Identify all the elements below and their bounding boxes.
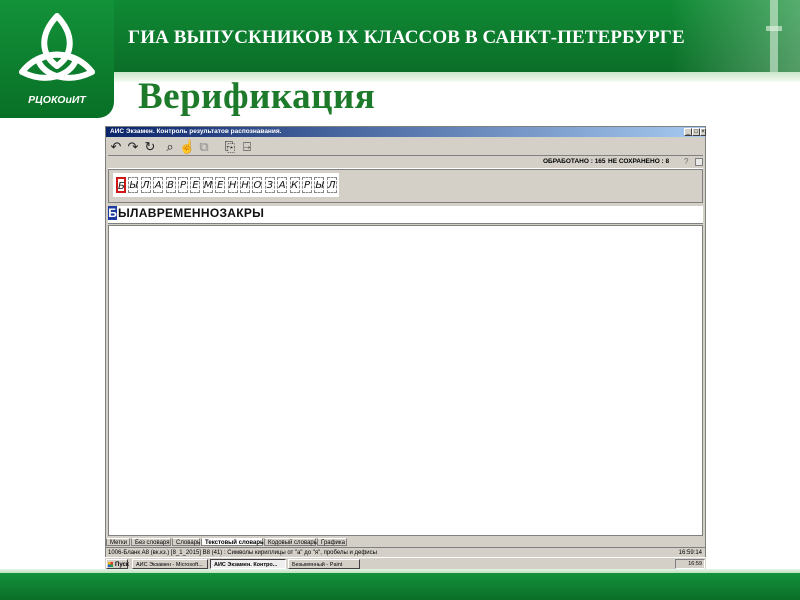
toolbar: ↶ ↷ ↻ ⌕ ☝ ⧉ ⎘ ⍈ — [108, 139, 703, 155]
scan-cell[interactable]: Б — [116, 177, 126, 193]
app-window-title: АИС Экзамен. Контроль результатов распоз… — [110, 128, 282, 135]
scan-cell[interactable]: А — [277, 177, 288, 193]
logo-text: РЦОКОиИТ — [28, 94, 86, 106]
exit-icon[interactable]: ⍈ — [239, 139, 255, 155]
page-title: Верификация — [138, 76, 376, 117]
scan-cell[interactable]: Ы — [128, 177, 139, 193]
app-window: АИС Экзамен. Контроль результатов распоз… — [105, 126, 706, 558]
footer-band — [0, 573, 800, 600]
taskbar: Пуск АИС Экзамен - Microsoft... АИС Экза… — [105, 557, 706, 569]
tray-clock: 16:59 — [675, 559, 705, 569]
refresh-icon[interactable]: ↻ — [142, 139, 158, 155]
maximize-icon[interactable]: □ — [692, 128, 700, 136]
scan-cell[interactable]: Н — [240, 177, 250, 193]
active-character[interactable]: Б — [108, 206, 117, 220]
recognized-text[interactable]: ЫЛАВРЕМЕННОЗАКРЫ — [118, 206, 264, 220]
scan-panel: БЫЛАВРЕМЕННОЗАКРЫЛ — [108, 169, 703, 203]
settings-icon[interactable] — [695, 158, 703, 166]
scan-cell[interactable]: М — [202, 177, 213, 193]
tab-5[interactable]: Графика — [317, 538, 347, 546]
tab-0[interactable]: Метки — [106, 538, 130, 546]
scan-cell[interactable]: В — [165, 177, 176, 193]
header-band: ГИА ВЫПУСКНИКОВ IX КЛАССОВ В САНКТ-ПЕТЕР… — [0, 0, 800, 72]
hand-icon[interactable]: ☝ — [179, 139, 195, 155]
task-word[interactable]: АИС Экзамен - Microsoft... — [132, 559, 208, 569]
recognized-text-row[interactable]: Б ЫЛАВРЕМЕННОЗАКРЫ — [108, 206, 703, 224]
scan-cell[interactable]: Л — [326, 177, 337, 193]
scan-cell[interactable]: Л — [140, 177, 151, 193]
column-silhouette-cap — [766, 26, 782, 31]
counter-row: ОБРАБОТАНО : 165 НЕ СОХРАНЕНО : 8 ? — [108, 155, 703, 169]
processed-counter: ОБРАБОТАНО : 165 — [543, 158, 606, 165]
tab-3[interactable]: Текстовый словарь — [201, 538, 264, 546]
header-underline — [0, 72, 800, 82]
export-icon[interactable]: ⎘ — [222, 139, 238, 155]
work-area — [108, 225, 703, 536]
tab-4[interactable]: Кодовый словарь — [264, 538, 317, 546]
app-titlebar: АИС Экзамен. Контроль результатов распоз… — [106, 127, 705, 137]
scan-cell[interactable]: Н — [227, 177, 238, 193]
scan-cell[interactable]: Е — [215, 177, 226, 193]
logo: РЦОКОиИТ — [0, 0, 114, 118]
scan-cell[interactable]: З — [264, 177, 275, 193]
header-decoration — [670, 0, 800, 72]
task-paint[interactable]: Безымянный - Paint — [288, 559, 360, 569]
redo-icon[interactable]: ↷ — [125, 139, 141, 155]
scan-cell[interactable]: Ы — [314, 177, 325, 193]
scan-cell[interactable]: Е — [190, 177, 201, 193]
tab-2[interactable]: Словарь — [172, 538, 200, 546]
minimize-icon[interactable]: _ — [684, 128, 692, 136]
scan-cell[interactable]: К — [289, 177, 300, 193]
undo-icon[interactable]: ↶ — [108, 139, 124, 155]
column-silhouette — [770, 0, 778, 72]
scan-cell[interactable]: О — [252, 177, 263, 193]
scan-cell[interactable]: Р — [302, 177, 312, 193]
unsaved-counter: НЕ СОХРАНЕНО : 8 — [608, 158, 670, 165]
task-ais-exam[interactable]: АИС Экзамен. Контро... — [210, 559, 286, 569]
start-button[interactable]: Пуск — [106, 559, 129, 569]
scanned-image-strip: БЫЛАВРЕМЕННОЗАКРЫЛ — [113, 173, 339, 197]
scan-cell[interactable]: Р — [178, 177, 188, 193]
copy-icon[interactable]: ⧉ — [196, 139, 212, 155]
close-icon[interactable]: × — [700, 128, 706, 136]
logo-knot-icon — [19, 13, 95, 81]
tab-1[interactable]: Без словаря — [131, 538, 171, 546]
help-icon[interactable]: ? — [684, 157, 688, 167]
magnify-icon[interactable]: ⌕ — [162, 139, 178, 155]
scan-cell[interactable]: А — [153, 177, 164, 193]
header-title: ГИА ВЫПУСКНИКОВ IX КЛАССОВ В САНКТ-ПЕТЕР… — [128, 27, 685, 48]
